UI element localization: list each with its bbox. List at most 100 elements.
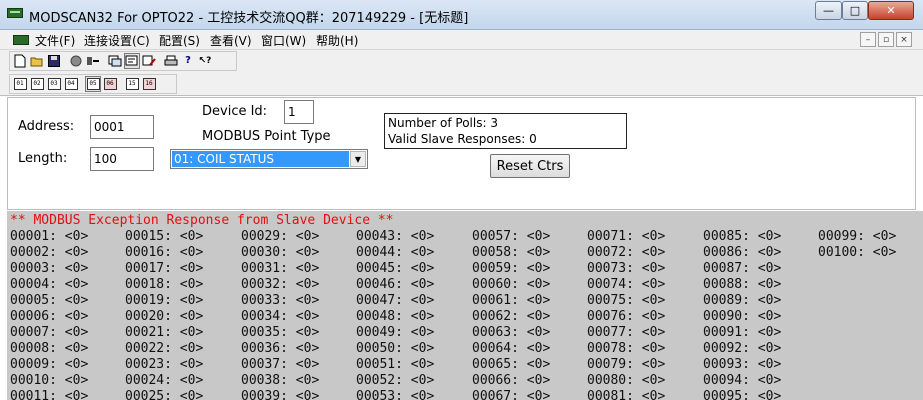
title-bar[interactable]: MODSCAN32 For OPTO22 - 工控技术交流QQ群：2071492… [0, 0, 923, 30]
display-options-icon[interactable] [107, 53, 123, 69]
text-icon[interactable] [124, 53, 140, 69]
register-value[interactable]: 00006: <0> [10, 309, 88, 325]
register-value[interactable]: 00002: <0> [10, 245, 88, 261]
function-15-icon[interactable]: 15 [124, 76, 140, 92]
register-value[interactable]: 00075: <0> [587, 293, 665, 309]
register-value[interactable]: 00093: <0> [703, 357, 781, 373]
register-value[interactable]: 00047: <0> [356, 293, 434, 309]
menu-file[interactable]: 文件(F) [35, 32, 75, 49]
register-value[interactable]: 00044: <0> [356, 245, 434, 261]
mdi-restore-button[interactable]: ▫ [878, 32, 894, 47]
document-icon[interactable] [13, 35, 29, 45]
register-value[interactable]: 00039: <0> [241, 389, 319, 400]
register-value[interactable]: 00066: <0> [472, 373, 550, 389]
register-value[interactable]: 00025: <0> [125, 389, 203, 400]
register-value[interactable]: 00036: <0> [241, 341, 319, 357]
maximize-button[interactable]: □ [842, 1, 868, 20]
register-value[interactable]: 00067: <0> [472, 389, 550, 400]
register-value[interactable]: 00008: <0> [10, 341, 88, 357]
register-value[interactable]: 00053: <0> [356, 389, 434, 400]
register-value[interactable]: 00060: <0> [472, 277, 550, 293]
register-value[interactable]: 00049: <0> [356, 325, 434, 341]
register-value[interactable]: 00072: <0> [587, 245, 665, 261]
register-value[interactable]: 00057: <0> [472, 229, 550, 245]
function-16-icon[interactable]: 16 [141, 76, 157, 92]
close-button[interactable]: ✕ [868, 1, 914, 20]
register-value[interactable]: 00017: <0> [125, 261, 203, 277]
register-value[interactable]: 00024: <0> [125, 373, 203, 389]
minimize-button[interactable]: — [815, 1, 842, 20]
point-type-select[interactable]: 01: COIL STATUS ▼ [170, 149, 368, 169]
register-value[interactable]: 00065: <0> [472, 357, 550, 373]
register-value[interactable]: 00021: <0> [125, 325, 203, 341]
function-04-icon[interactable]: 04 [63, 76, 79, 92]
register-value[interactable]: 00058: <0> [472, 245, 550, 261]
register-value[interactable]: 00087: <0> [703, 261, 781, 277]
register-value[interactable]: 00019: <0> [125, 293, 203, 309]
register-value[interactable]: 00086: <0> [703, 245, 781, 261]
menu-view[interactable]: 查看(V) [210, 32, 252, 49]
register-value[interactable]: 00095: <0> [703, 389, 781, 400]
register-value[interactable]: 00051: <0> [356, 357, 434, 373]
menu-connection[interactable]: 连接设置(C) [84, 32, 150, 49]
register-value[interactable]: 00034: <0> [241, 309, 319, 325]
register-value[interactable]: 00081: <0> [587, 389, 665, 400]
register-value[interactable]: 00009: <0> [10, 357, 88, 373]
function-01-icon[interactable]: 01 [12, 76, 28, 92]
register-value[interactable]: 00033: <0> [241, 293, 319, 309]
function-02-icon[interactable]: 02 [29, 76, 45, 92]
register-value[interactable]: 00023: <0> [125, 357, 203, 373]
device-id-input[interactable] [284, 100, 314, 124]
save-icon[interactable] [46, 53, 62, 69]
register-value[interactable]: 00018: <0> [125, 277, 203, 293]
register-value[interactable]: 00007: <0> [10, 325, 88, 341]
register-value[interactable]: 00088: <0> [703, 277, 781, 293]
register-value[interactable]: 00045: <0> [356, 261, 434, 277]
connect-icon[interactable] [85, 53, 101, 69]
register-value[interactable]: 00050: <0> [356, 341, 434, 357]
register-value[interactable]: 00099: <0> [818, 229, 896, 245]
record-icon[interactable] [68, 53, 84, 69]
register-value[interactable]: 00092: <0> [703, 341, 781, 357]
register-value[interactable]: 00015: <0> [125, 229, 203, 245]
register-value[interactable]: 00074: <0> [587, 277, 665, 293]
register-value[interactable]: 00004: <0> [10, 277, 88, 293]
register-value[interactable]: 00016: <0> [125, 245, 203, 261]
function-03-icon[interactable]: 03 [46, 76, 62, 92]
menu-window[interactable]: 窗口(W) [261, 32, 306, 49]
new-icon[interactable] [12, 53, 28, 69]
address-input[interactable] [90, 115, 154, 139]
register-value[interactable]: 00029: <0> [241, 229, 319, 245]
mdi-minimize-button[interactable]: – [860, 32, 876, 47]
function-05-icon[interactable]: 05 [85, 76, 101, 92]
register-value[interactable]: 00073: <0> [587, 261, 665, 277]
register-value[interactable]: 00089: <0> [703, 293, 781, 309]
chevron-down-icon[interactable]: ▼ [350, 151, 366, 167]
length-input[interactable] [90, 147, 154, 171]
mdi-close-button[interactable]: × [896, 32, 912, 47]
print-icon[interactable] [163, 53, 179, 69]
menu-help[interactable]: 帮助(H) [316, 32, 358, 49]
register-value[interactable]: 00052: <0> [356, 373, 434, 389]
register-value[interactable]: 00001: <0> [10, 229, 88, 245]
register-value[interactable]: 00061: <0> [472, 293, 550, 309]
register-value[interactable]: 00091: <0> [703, 325, 781, 341]
register-value[interactable]: 00003: <0> [10, 261, 88, 277]
register-value[interactable]: 00077: <0> [587, 325, 665, 341]
register-value[interactable]: 00079: <0> [587, 357, 665, 373]
register-value[interactable]: 00076: <0> [587, 309, 665, 325]
register-value[interactable]: 00011: <0> [10, 389, 88, 400]
register-value[interactable]: 00043: <0> [356, 229, 434, 245]
function-06-icon[interactable]: 06 [102, 76, 118, 92]
register-value[interactable]: 00037: <0> [241, 357, 319, 373]
write-icon[interactable] [141, 53, 157, 69]
register-value[interactable]: 00080: <0> [587, 373, 665, 389]
register-value[interactable]: 00032: <0> [241, 277, 319, 293]
help-icon[interactable]: ? [180, 53, 196, 69]
register-value[interactable]: 00090: <0> [703, 309, 781, 325]
register-value[interactable]: 00100: <0> [818, 245, 896, 261]
register-value[interactable]: 00046: <0> [356, 277, 434, 293]
register-value[interactable]: 00010: <0> [10, 373, 88, 389]
register-value[interactable]: 00078: <0> [587, 341, 665, 357]
register-value[interactable]: 00038: <0> [241, 373, 319, 389]
